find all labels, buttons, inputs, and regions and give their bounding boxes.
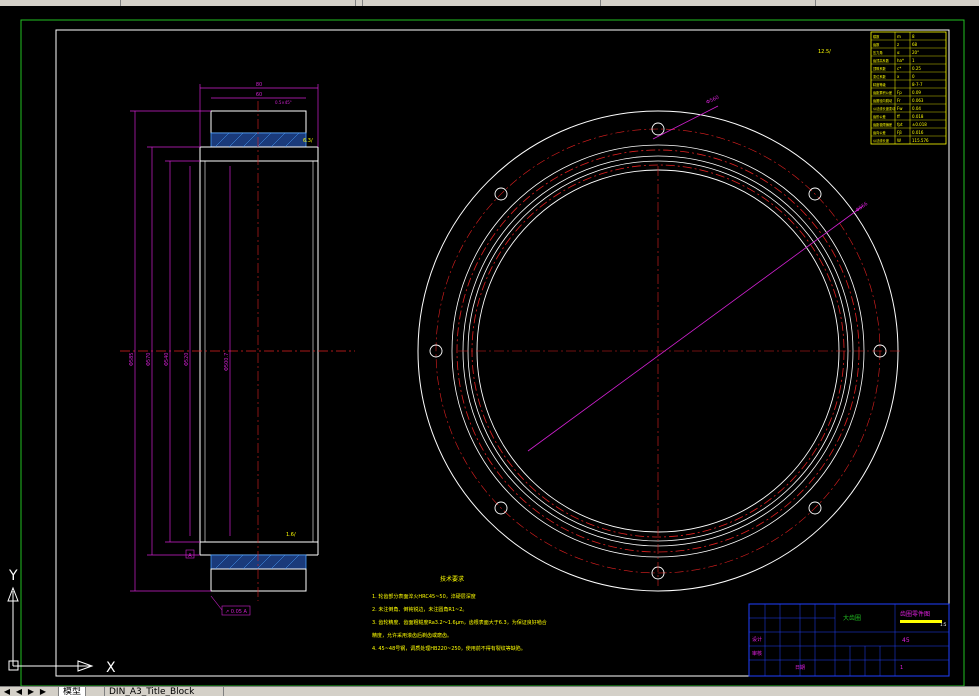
param-cell-r8-c1: Fr xyxy=(897,98,901,103)
param-cell-r13-c1: W xyxy=(897,138,901,143)
param-cell-r0-c0: 模数 xyxy=(873,34,880,39)
dim-dia-5: Φ500.7 xyxy=(224,353,230,371)
param-cell-r6-c0: 精度等级 xyxy=(873,82,887,87)
param-cell-r10-c2: 0.018 xyxy=(912,114,924,119)
param-cell-r1-c1: z xyxy=(897,42,899,47)
param-cell-r4-c2: 0.25 xyxy=(912,66,921,71)
param-cell-r8-c2: 0.063 xyxy=(912,98,924,103)
drawing-canvas[interactable]: 80 60 0.5×45° Φ585 Φ570 Φ540 Φ520 Φ500.7… xyxy=(0,6,979,686)
param-cell-r0-c2: 8 xyxy=(912,34,915,39)
note-line-1: 1. 轮齿部分表面淬火HRC45~50，淬硬层深度 xyxy=(372,593,476,600)
title-qty: 1 xyxy=(900,665,903,671)
dim-top: 80 xyxy=(256,82,262,88)
param-cell-r2-c2: 20° xyxy=(912,50,919,55)
title-checker: 审核 xyxy=(752,650,762,657)
dim-dia-3: Φ540 xyxy=(164,353,170,366)
param-cell-r9-c2: 0.04 xyxy=(912,106,921,111)
param-cell-r12-c0: 齿向公差 xyxy=(873,130,886,135)
param-cell-r11-c0: 齿距极限偏差 xyxy=(873,122,892,127)
roughness-note: 12.5/ xyxy=(818,49,831,55)
notes-title: 技术要求 xyxy=(440,575,464,583)
param-cell-r3-c2: 1 xyxy=(912,58,915,63)
param-cell-r9-c1: Fw xyxy=(897,106,903,111)
param-cell-r8-c0: 齿圈径向跳动 xyxy=(873,98,892,103)
param-cell-r11-c2: ±0.018 xyxy=(912,122,927,127)
note-line-5: 4. 45~48号钢，调质处理HB220~250，使用前不得有裂纹等缺陷。 xyxy=(372,645,526,652)
side-view: 80 60 0.5×45° Φ585 Φ570 Φ540 Φ520 Φ500.7… xyxy=(120,82,355,616)
technical-notes: 技术要求 1. 轮齿部分表面淬火HRC45~50，淬硬层深度 2. 未注倒角、倒… xyxy=(372,575,547,652)
dim-dia-2: Φ570 xyxy=(146,353,152,366)
param-cell-r2-c0: 压力角 xyxy=(873,50,883,55)
param-cell-r1-c2: 68 xyxy=(912,42,918,47)
front-view xyxy=(417,105,903,592)
param-cell-r5-c0: 变位系数 xyxy=(873,74,887,79)
param-cell-r11-c1: fpt xyxy=(897,122,903,127)
param-cell-r9-c0: 公法线长度变动 xyxy=(873,106,895,111)
param-cell-r13-c2: 115.576 xyxy=(912,138,929,143)
note-line-2: 2. 未注倒角、倒钝锐边，未注圆角R1~2。 xyxy=(372,606,467,613)
note-line-3: 3. 齿轮精度、齿面粗糙度Ra3.2～1.6μm，齿根表面大于6.3，为保证良好… xyxy=(372,619,547,626)
param-cell-r7-c2: 0.09 xyxy=(912,90,921,95)
datum-a: A xyxy=(188,553,192,559)
dim-dia-4: Φ520 xyxy=(184,353,190,366)
ucs-y-label: Y xyxy=(8,568,18,584)
param-cell-r6-c2: 8-7-7 xyxy=(912,82,923,87)
title-scale: 1:5 xyxy=(940,622,947,627)
front-callout-top: Φ560 xyxy=(705,95,720,106)
param-cell-r10-c0: 齿形公差 xyxy=(873,114,886,119)
param-cell-r5-c1: x xyxy=(897,74,900,79)
tolerance-frame: ↗ 0.05 A xyxy=(225,609,248,615)
front-callout-right: Φ556 xyxy=(855,201,869,214)
title-material: 45 xyxy=(902,637,910,644)
sheet-outer-border xyxy=(20,19,965,686)
dim-dia-outer: Φ585 xyxy=(129,353,135,366)
param-cell-r7-c0: 齿距累积公差 xyxy=(873,90,892,95)
ucs-icon: Y X xyxy=(7,568,116,676)
dim-top2: 60 xyxy=(256,92,262,98)
param-cell-r13-c0: 公法线长度 xyxy=(873,138,890,143)
param-cell-r1-c0: 齿数 xyxy=(873,42,880,47)
roughness-bottom: 1.6/ xyxy=(286,532,296,538)
title-designer: 设计 xyxy=(752,636,762,643)
param-cell-r4-c1: c* xyxy=(897,66,901,71)
title-part-name: 大齿圈 xyxy=(843,614,861,622)
param-cell-r12-c2: 0.016 xyxy=(912,130,924,135)
title-date: 日期 xyxy=(795,665,805,671)
param-cell-r7-c1: Fp xyxy=(897,90,902,95)
param-cell-r12-c1: Fβ xyxy=(897,130,902,135)
note-line-4: 精度，允许采用滚齿后剃齿或磨齿。 xyxy=(372,632,452,639)
param-cell-r5-c2: 0 xyxy=(912,74,915,79)
param-cell-r10-c1: ff xyxy=(897,114,900,119)
title-block: 大齿圈 齿圈零件图 45 1:5 设计 审核 日期 1 xyxy=(748,603,950,677)
dim-chamfer: 0.5×45° xyxy=(275,100,292,105)
title-drawing-no: 齿圈零件图 xyxy=(900,610,930,618)
param-cell-r3-c0: 齿顶高系数 xyxy=(873,58,890,63)
param-cell-r4-c0: 顶隙系数 xyxy=(873,66,887,71)
gear-params-table: 模数 m 8 齿数 z 68 压力角 α 20° 齿顶高系数 ha* 1 顶隙系数 c* 0.25 变位系数 x… xyxy=(870,31,947,145)
param-cell-r2-c1: α xyxy=(897,50,900,55)
roughness-gear: 6.3/ xyxy=(303,138,313,144)
ucs-x-label: X xyxy=(106,660,116,676)
param-cell-r3-c1: ha* xyxy=(897,58,904,63)
param-cell-r0-c1: m xyxy=(897,34,901,39)
